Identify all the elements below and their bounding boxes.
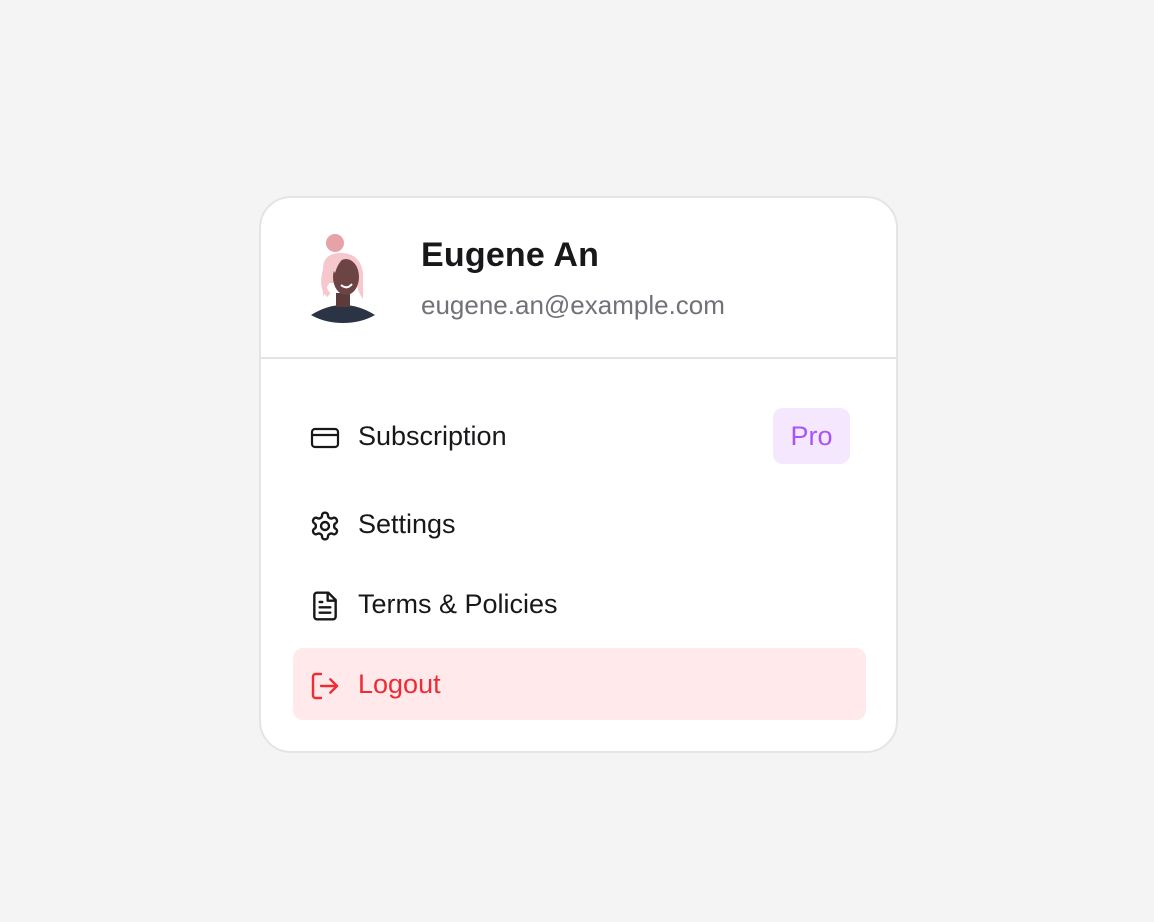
menu-item-label: Settings bbox=[358, 508, 456, 539]
menu-item-label: Subscription bbox=[358, 420, 507, 451]
logout-button[interactable]: Logout bbox=[293, 648, 866, 720]
plan-badge: Pro bbox=[773, 408, 850, 464]
menu-item-label: Terms & Policies bbox=[358, 588, 558, 619]
profile-name: Eugene An bbox=[421, 236, 600, 274]
profile-email: eugene.an@example.com bbox=[421, 290, 725, 320]
avatar[interactable] bbox=[305, 233, 381, 323]
credit-card-icon bbox=[310, 427, 340, 449]
menu-item-settings[interactable]: Settings bbox=[293, 488, 866, 560]
profile-menu-card: Eugene An eugene.an@example.com Subscrip… bbox=[259, 196, 898, 753]
profile-header: Eugene An eugene.an@example.com bbox=[261, 198, 896, 359]
menu-item-terms[interactable]: Terms & Policies bbox=[293, 568, 866, 640]
gear-icon bbox=[311, 511, 339, 541]
logout-icon bbox=[311, 672, 339, 700]
logout-label: Logout bbox=[358, 668, 441, 699]
document-icon bbox=[313, 591, 337, 621]
menu-item-subscription[interactable]: Subscription Pro bbox=[293, 400, 866, 472]
